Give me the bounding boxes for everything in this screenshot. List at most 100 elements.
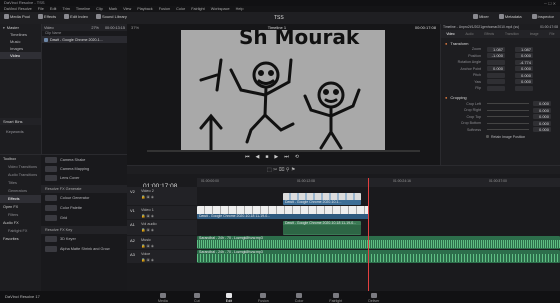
viewer-scrubber[interactable] <box>147 150 420 152</box>
crop-slider[interactable] <box>487 122 529 124</box>
effects-group[interactable]: Filters <box>0 211 41 219</box>
transform-x-field[interactable] <box>487 79 505 85</box>
effects-section-header[interactable]: Resolve FX Generate <box>41 185 127 193</box>
track-controls-icon[interactable]: 🔒 ▣ ◉ <box>141 228 154 232</box>
skip-start-button[interactable]: ⏮ <box>245 154 250 160</box>
inspector-tab[interactable]: File <box>549 32 554 36</box>
page-tab-fairlight[interactable]: Fairlight <box>329 292 342 303</box>
menu-item[interactable]: Workspace <box>211 7 230 11</box>
menu-item[interactable]: DaVinci Resolve <box>4 7 32 11</box>
effect-item[interactable]: Colour Generator <box>41 193 127 203</box>
clip-row[interactable]: Dawit - Google Chrome 2020-1... <box>42 36 127 43</box>
track-controls-icon[interactable]: 🔒 ▣ ◉ <box>141 214 154 218</box>
page-tab-color[interactable]: Color <box>295 292 303 303</box>
effects-group[interactable]: Toolbox <box>0 155 41 163</box>
effects-group[interactable]: Audio FX <box>0 219 41 227</box>
transform-x-field[interactable]: 1.087 <box>487 46 505 52</box>
edit-tools[interactable]: ⬚ ✂ ⌧ ⚲ ⚑ <box>267 167 295 173</box>
keywords-bin[interactable]: Keywords <box>6 129 24 134</box>
crop-field[interactable]: 0.000 <box>533 107 551 113</box>
inspector-tab[interactable]: Video <box>446 32 454 36</box>
menu-item[interactable]: Playback <box>137 7 152 11</box>
bin-item[interactable]: Timelines <box>0 31 41 38</box>
crop-slider[interactable] <box>487 129 529 131</box>
track-header[interactable]: A2 Music 🔒 ▣ ◉ <box>127 236 197 249</box>
crop-field[interactable]: 0.000 <box>533 127 551 133</box>
effects-group[interactable]: Effects <box>0 195 41 203</box>
toolbar-button[interactable]: Media Pool <box>4 14 30 19</box>
cropping-header[interactable]: Cropping <box>450 95 466 100</box>
effect-item[interactable]: Lens Cover <box>41 173 127 182</box>
transform-x-field[interactable] <box>487 59 505 65</box>
play-button[interactable]: ▶ <box>274 154 278 160</box>
track-controls-icon[interactable]: 🔒 ▣ ◉ <box>141 244 154 248</box>
playhead[interactable] <box>368 178 369 292</box>
menu-item[interactable]: Color <box>176 7 185 11</box>
toolbar-button[interactable]: Edit Index <box>64 14 88 19</box>
play-reverse-button[interactable]: ◀ <box>256 154 260 160</box>
bin-item[interactable]: Images <box>0 45 41 52</box>
effect-item[interactable]: 3D Keyer <box>41 234 127 244</box>
menu-item[interactable]: Fusion <box>159 7 170 11</box>
effects-group[interactable]: Audio Transitions <box>0 171 41 179</box>
retain-checkbox[interactable] <box>486 135 489 138</box>
page-tab-fusion[interactable]: Fusion <box>258 292 269 303</box>
effects-group[interactable]: Titles <box>0 179 41 187</box>
effects-group[interactable]: Video Transitions <box>0 163 41 171</box>
inspector-tab[interactable]: Image <box>530 32 539 36</box>
transform-y-field[interactable]: 0.000 <box>515 72 533 78</box>
effect-item[interactable]: Camera Mapping <box>41 164 127 173</box>
track-header[interactable]: A3 Voice 🔒 ▣ ◉ <box>127 250 197 263</box>
viewer-zoom[interactable]: 37% <box>131 25 139 30</box>
transform-y-field[interactable]: 0.000 <box>515 79 533 85</box>
transform-x-field[interactable]: -1.000 <box>487 53 505 59</box>
menu-item[interactable]: View <box>123 7 131 11</box>
toolbar-button[interactable]: Mixer <box>473 14 489 19</box>
effects-section-header[interactable]: Resolve FX Key <box>41 226 127 234</box>
clip-a3[interactable]: Sarandhal - 24h - 70 - Lozmgk8fvzw.mp3 <box>197 250 560 263</box>
crop-slider[interactable] <box>487 103 529 105</box>
effects-group[interactable]: Generators <box>0 187 41 195</box>
crop-field[interactable]: 0.000 <box>533 101 551 107</box>
transform-y-field[interactable]: 0.000 <box>515 66 533 72</box>
toolbar-button[interactable]: Inspector <box>531 14 554 19</box>
toolbar-button[interactable]: Metadata <box>498 14 522 19</box>
menu-item[interactable]: Edit <box>50 7 57 11</box>
smart-bins-header[interactable]: Smart Bins <box>0 118 41 125</box>
transform-header[interactable]: Transform <box>450 41 468 46</box>
transform-y-field[interactable]: 1.087 <box>515 46 533 52</box>
effects-group[interactable]: Favorites <box>0 235 41 243</box>
clip-v1[interactable]: Dawit - Google Chrome 2020-10-18 11-19-0… <box>197 206 369 219</box>
clip-v2[interactable]: Dawit - Google Chrome 2020-10-1... <box>283 193 361 205</box>
menu-item[interactable]: Timeline <box>76 7 90 11</box>
menu-item[interactable]: Fairlight <box>191 7 205 11</box>
effect-item[interactable]: Camera Shake <box>41 155 127 164</box>
transform-enabled-icon[interactable]: ● <box>445 41 447 46</box>
list-zoom[interactable]: 27% <box>91 26 99 30</box>
bin-master[interactable]: Master <box>7 25 19 30</box>
loop-button[interactable]: ⟲ <box>295 154 299 160</box>
page-tab-edit[interactable]: Edit <box>226 292 232 303</box>
bin-item[interactable]: Music <box>0 38 41 45</box>
transform-y-field[interactable] <box>515 85 533 91</box>
menu-item[interactable]: File <box>38 7 44 11</box>
stop-button[interactable]: ■ <box>265 154 268 160</box>
toolbar-button[interactable]: Effects <box>38 14 56 19</box>
transform-x-field[interactable] <box>487 72 505 78</box>
skip-end-button[interactable]: ⏭ <box>284 154 289 160</box>
crop-slider[interactable] <box>487 116 529 118</box>
menu-item[interactable]: Clip <box>96 7 103 11</box>
menu-item[interactable]: Help <box>236 7 244 11</box>
effect-item[interactable]: Color Palette <box>41 203 127 213</box>
toolbar-button[interactable]: Sound Library <box>95 14 127 19</box>
inspector-tab[interactable]: Transition <box>505 32 519 36</box>
track-header[interactable]: V1 Video 1 🔒 ▣ ◉ <box>127 206 197 219</box>
menu-item[interactable]: Trim <box>62 7 69 11</box>
page-tab-media[interactable]: Media <box>158 292 168 303</box>
bin-item[interactable]: Video <box>0 52 41 59</box>
effect-item[interactable]: Alpha Matte Shrink and Grow <box>41 244 127 254</box>
page-tab-deliver[interactable]: Deliver <box>368 292 379 303</box>
clip-a2[interactable]: Sarandhal - 24h - 70 - Lozmgk8fvzw.mp3 <box>197 236 560 249</box>
clip-a1[interactable]: Dawit - Google Chrome 2020-10-18 11-19-0… <box>283 221 361 235</box>
crop-slider[interactable] <box>487 109 529 111</box>
